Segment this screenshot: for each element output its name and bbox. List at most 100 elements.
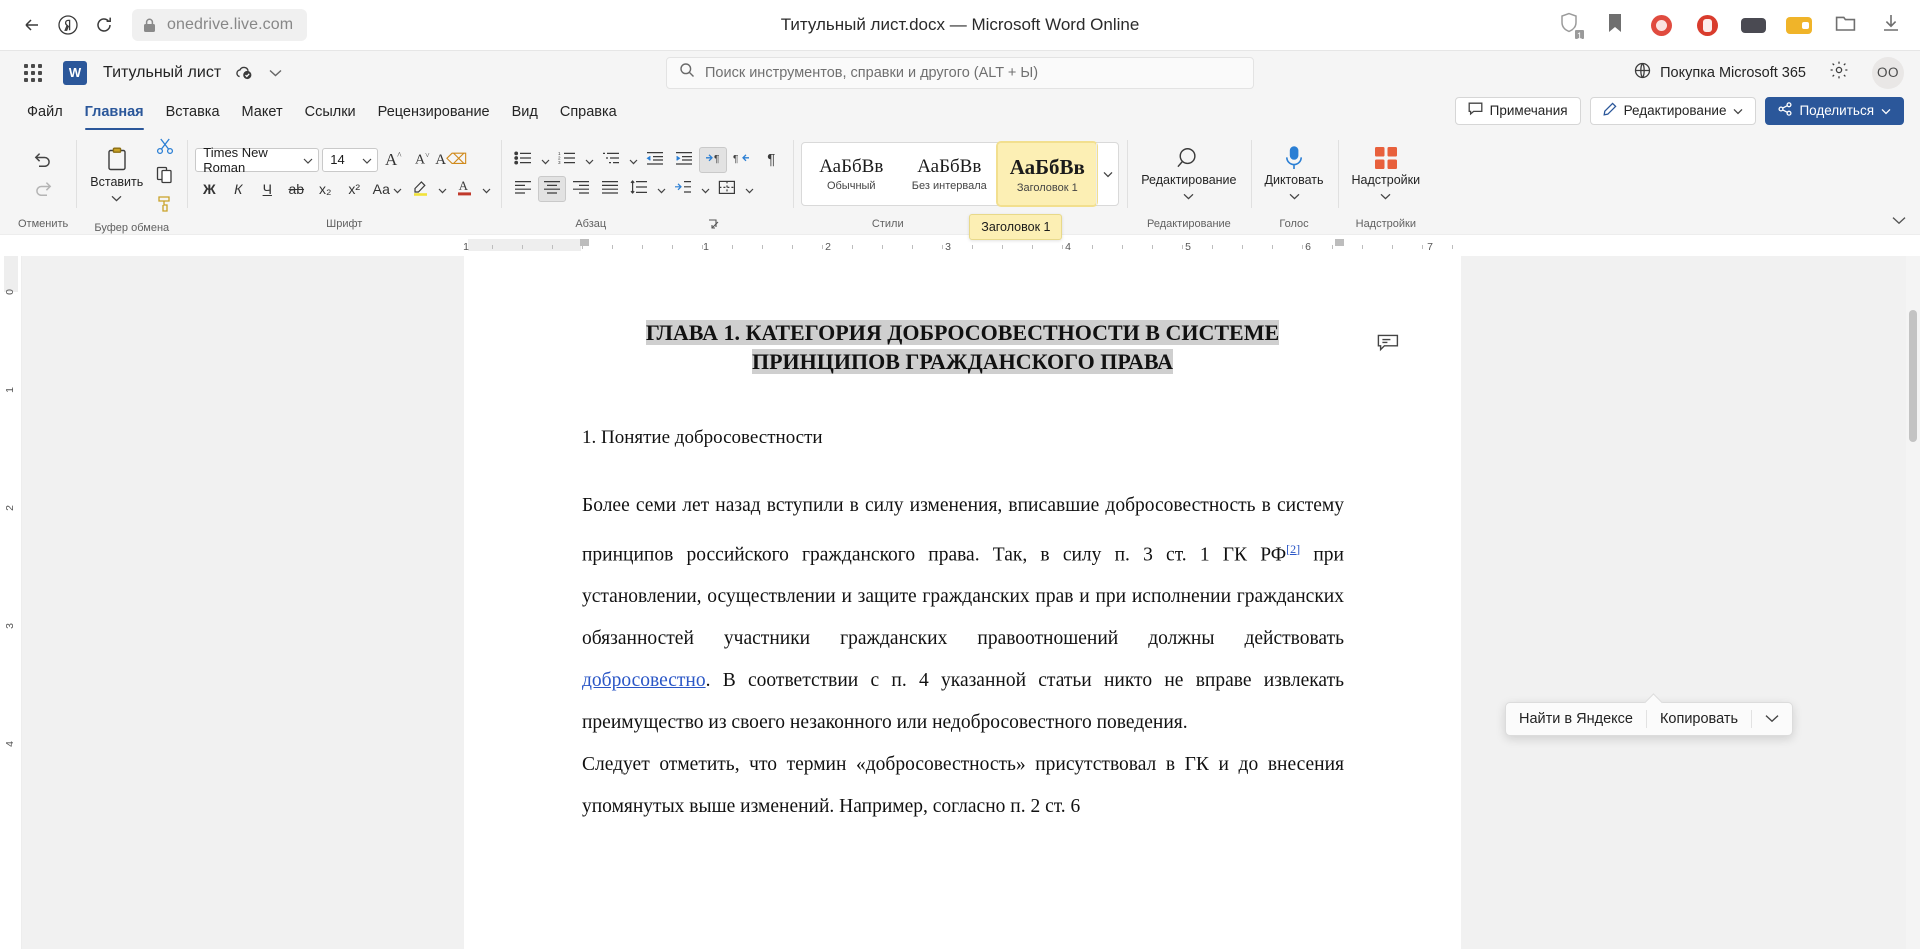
font-color-button[interactable]: A bbox=[450, 176, 478, 202]
decrease-indent-button[interactable] bbox=[641, 147, 669, 173]
font-family-select[interactable]: Times New Roman bbox=[195, 145, 320, 175]
style-item-no-spacing[interactable]: АаБбВв Без интервала bbox=[900, 143, 998, 205]
styles-gallery-more-button[interactable] bbox=[1096, 143, 1118, 205]
share-button[interactable]: Поделиться bbox=[1765, 96, 1904, 125]
extension-red-button[interactable] bbox=[1646, 10, 1676, 40]
search-input[interactable]: Поиск инструментов, справки и другого (A… bbox=[666, 56, 1254, 89]
document-name[interactable]: Титульный лист bbox=[103, 64, 282, 82]
change-case-button[interactable]: Аа bbox=[369, 176, 405, 202]
font-color-chevron[interactable] bbox=[479, 176, 493, 202]
addins-button[interactable]: Надстройки bbox=[1346, 143, 1427, 205]
style-item-heading-1[interactable]: АаБбВв Заголовок 1 bbox=[996, 141, 1099, 207]
styles-gallery[interactable]: АаБбВв Обычный АаБбВв Без интервала АаБб… bbox=[801, 141, 1120, 207]
borders-button[interactable] bbox=[713, 176, 741, 202]
redo-button[interactable] bbox=[29, 176, 57, 202]
extension-yellow-button[interactable] bbox=[1784, 10, 1814, 40]
horizontal-ruler[interactable]: 1 1 2 3 4 5 6 7 (function(){ var inner =… bbox=[0, 234, 1920, 256]
tab-file[interactable]: Файл bbox=[16, 94, 74, 130]
formatting-marks-button[interactable]: ¶ bbox=[757, 147, 785, 173]
bulleted-list-chevron[interactable] bbox=[538, 147, 552, 173]
selection-context-menu[interactable]: Найти в Яндексе Копировать bbox=[1505, 702, 1794, 736]
collections-button[interactable] bbox=[1830, 10, 1860, 40]
borders-chevron[interactable] bbox=[742, 176, 756, 202]
numbered-list-chevron[interactable] bbox=[582, 147, 596, 173]
document-page[interactable]: ГЛАВА 1. КАТЕГОРИЯ ДОБРОСОВЕСТНОСТИ В СИ… bbox=[464, 256, 1461, 949]
tab-references[interactable]: Ссылки bbox=[294, 94, 367, 130]
document-paragraph-1[interactable]: Более семи лет назад вступили в силу изм… bbox=[582, 485, 1344, 745]
style-item-normal[interactable]: АаБбВв Обычный bbox=[802, 143, 900, 205]
right-to-left-button[interactable]: ¶ bbox=[728, 147, 756, 173]
align-center-button[interactable] bbox=[538, 175, 567, 202]
italic-button[interactable]: К bbox=[224, 176, 252, 202]
bookmark-button[interactable] bbox=[1600, 10, 1630, 40]
inline-link[interactable]: добросовестно bbox=[582, 670, 706, 691]
document-subheading[interactable]: 1. Понятие добросовестности bbox=[582, 427, 1461, 449]
justify-button[interactable] bbox=[596, 176, 624, 202]
editing-button[interactable]: Редактирование bbox=[1135, 143, 1242, 205]
chevron-down-icon[interactable] bbox=[1183, 189, 1194, 203]
grow-font-button[interactable]: A^ bbox=[379, 147, 407, 173]
underline-button[interactable]: Ч bbox=[253, 176, 281, 202]
ruler-right-indent-marker[interactable] bbox=[1335, 239, 1344, 246]
document-paragraph-2[interactable]: Следует отметить, что термин «добросовес… bbox=[582, 744, 1344, 828]
extension-red2-button[interactable] bbox=[1692, 10, 1722, 40]
document-body[interactable]: Более семи лет назад вступили в силу изм… bbox=[582, 485, 1344, 829]
copy-button[interactable] bbox=[151, 163, 179, 189]
dictate-button[interactable]: Диктовать bbox=[1259, 143, 1330, 205]
highlight-chevron[interactable] bbox=[435, 176, 449, 202]
multilevel-list-button[interactable] bbox=[597, 147, 625, 173]
vertical-scrollbar[interactable] bbox=[1906, 256, 1920, 949]
align-left-button[interactable] bbox=[509, 176, 537, 202]
copy-item[interactable]: Копировать bbox=[1647, 703, 1751, 735]
buy-microsoft365-button[interactable]: Покупка Microsoft 365 bbox=[1634, 62, 1806, 83]
tab-help[interactable]: Справка bbox=[549, 94, 628, 130]
line-spacing-chevron[interactable] bbox=[654, 176, 668, 202]
chevron-down-icon[interactable] bbox=[111, 191, 122, 205]
footnote-link[interactable]: [2] bbox=[1286, 542, 1300, 556]
avatar[interactable]: ОО bbox=[1872, 56, 1904, 89]
left-to-right-button[interactable]: ¶ bbox=[699, 146, 728, 173]
font-size-select[interactable]: 14 bbox=[322, 147, 379, 172]
bulleted-list-button[interactable] bbox=[509, 147, 537, 173]
bold-button[interactable]: Ж bbox=[195, 176, 223, 202]
numbered-list-button[interactable]: 123 bbox=[553, 147, 581, 173]
format-painter-button[interactable] bbox=[151, 192, 179, 218]
extension-dark-button[interactable] bbox=[1738, 10, 1768, 40]
comment-bubble-icon[interactable] bbox=[1377, 334, 1399, 357]
strikethrough-button[interactable]: аb bbox=[282, 176, 310, 202]
tab-view[interactable]: Вид bbox=[501, 94, 549, 130]
footnote-reference[interactable]: [2] bbox=[1286, 539, 1300, 557]
settings-button[interactable] bbox=[1824, 58, 1854, 88]
highlight-button[interactable] bbox=[406, 176, 434, 202]
yandex-button[interactable] bbox=[50, 7, 86, 43]
dialog-launcher-icon[interactable] bbox=[708, 218, 719, 230]
increase-indent-button[interactable] bbox=[670, 147, 698, 173]
line-spacing-button[interactable] bbox=[625, 176, 653, 202]
tab-layout[interactable]: Макет bbox=[231, 94, 294, 130]
comments-button[interactable]: Примечания bbox=[1454, 96, 1581, 125]
context-menu-more-button[interactable] bbox=[1752, 703, 1792, 735]
address-bar[interactable]: onedrive.live.com bbox=[132, 9, 308, 41]
scrollbar-thumb[interactable] bbox=[1909, 310, 1917, 442]
document-canvas[interactable]: ГЛАВА 1. КАТЕГОРИЯ ДОБРОСОВЕСТНОСТИ В СИ… bbox=[464, 256, 1920, 949]
cut-button[interactable] bbox=[151, 134, 179, 160]
chevron-down-icon[interactable] bbox=[1289, 189, 1300, 203]
shield-button[interactable]: 1 bbox=[1554, 10, 1586, 41]
shading-button[interactable] bbox=[669, 176, 697, 202]
align-right-button[interactable] bbox=[567, 176, 595, 202]
app-launcher-button[interactable] bbox=[16, 56, 50, 90]
undo-button[interactable] bbox=[29, 147, 57, 173]
multilevel-list-chevron[interactable] bbox=[626, 147, 640, 173]
back-button[interactable] bbox=[14, 7, 50, 43]
shading-chevron[interactable] bbox=[698, 176, 712, 202]
editing-mode-button[interactable]: Редактирование bbox=[1589, 96, 1757, 125]
document-heading[interactable]: ГЛАВА 1. КАТЕГОРИЯ ДОБРОСОВЕСТНОСТИ В СИ… bbox=[583, 298, 1343, 377]
paste-button[interactable]: Вставить bbox=[84, 145, 149, 207]
clear-formatting-button[interactable]: A⌫ bbox=[435, 147, 467, 173]
document-menu-chevron-down-icon[interactable] bbox=[269, 69, 282, 77]
tab-home[interactable]: Главная bbox=[74, 94, 155, 130]
reload-button[interactable] bbox=[86, 7, 122, 43]
tab-insert[interactable]: Вставка bbox=[155, 94, 231, 130]
shrink-font-button[interactable]: A˅ bbox=[408, 147, 436, 173]
subscript-button[interactable]: x₂ bbox=[311, 176, 339, 202]
